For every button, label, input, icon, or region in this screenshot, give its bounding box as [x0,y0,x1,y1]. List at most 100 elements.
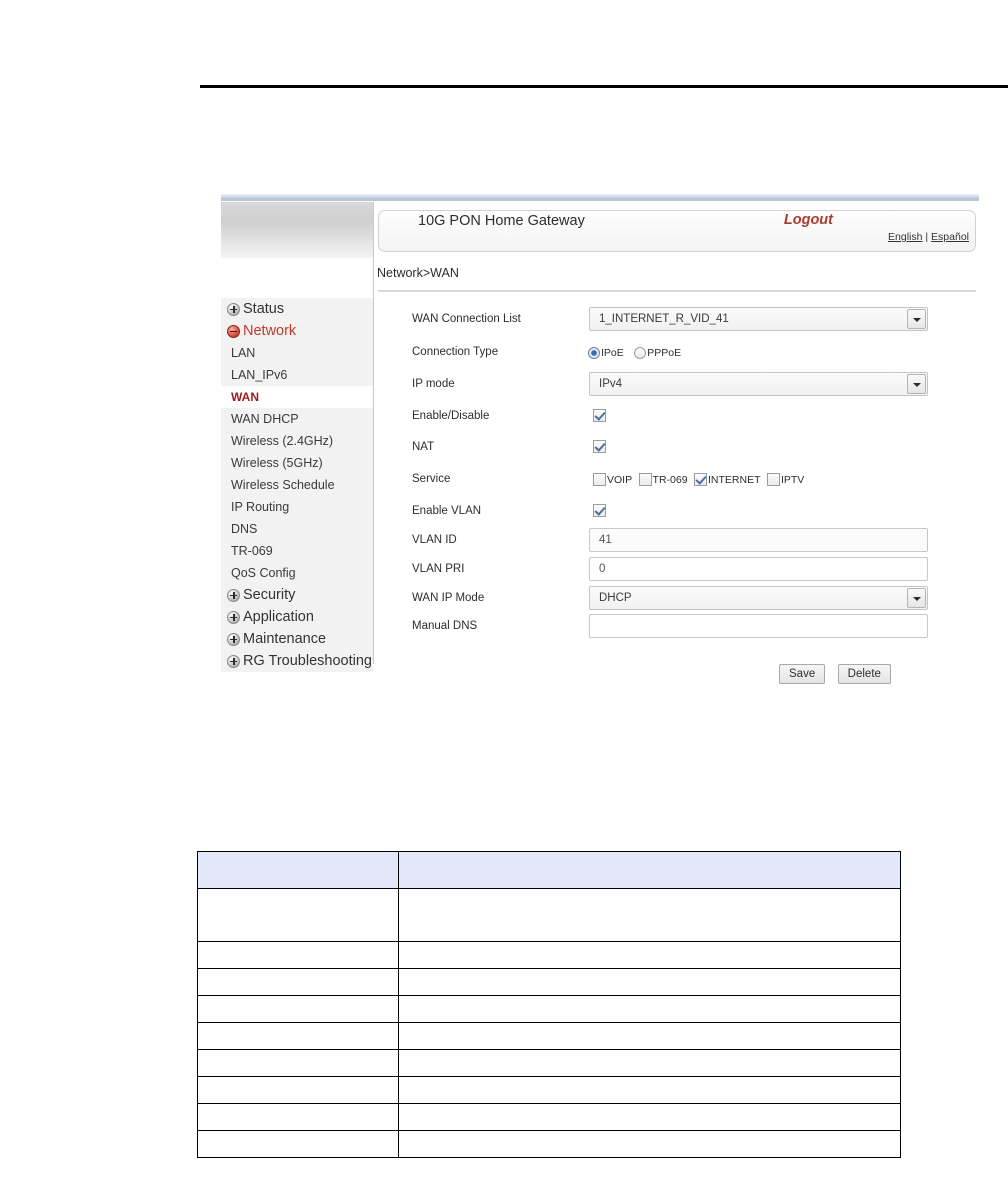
field-connection-type: Connection Type IPoE PPPoE [374,336,979,367]
checkbox-option-iptv[interactable]: IPTV [766,473,805,487]
radio-option-pppoe[interactable]: PPPoE [634,346,682,359]
manual-dns-value [589,614,928,638]
sidebar-group-rg-troubleshooting[interactable]: RG Troubleshooting [221,650,373,672]
label-connection-type: Connection Type [412,345,499,358]
radio-ipoe-label: IPoE [601,346,624,359]
label-nat: NAT [412,440,435,453]
table-cell [398,941,901,969]
ip-mode-select[interactable]: IPv4 [589,371,928,396]
table-cell [398,1130,901,1158]
checkbox-voip-icon [593,473,606,487]
vlan-pri-input[interactable]: 0 [589,556,928,581]
plus-circle-icon [227,302,240,316]
sidebar-item-tr069[interactable]: TR-069 [221,540,373,562]
sidebar-item-wireless-schedule[interactable]: Wireless Schedule [221,474,373,496]
logout-button[interactable]: Logout [784,212,833,228]
radio-pppoe-label: PPPoE [647,346,682,359]
document-table [197,851,901,1158]
checkbox-internet-label: INTERNET [708,473,761,486]
plus-circle-icon [227,610,240,624]
sidebar-item-lan[interactable]: LAN [221,342,373,364]
sidebar-item-qos-config[interactable]: QoS Config [221,562,373,584]
lang-separator: | [922,231,932,243]
plus-circle-icon [227,654,240,668]
vlan-id-input[interactable]: 41 [589,528,928,552]
checkbox-tr069-icon [638,473,652,487]
radio-pppoe-icon [634,346,647,359]
sidebar: Status Network LAN LAN_IPv6 WAN WAN DHCP… [221,202,374,672]
radio-option-ipoe[interactable]: IPoE [588,346,624,359]
sidebar-item-wireless-5ghz[interactable]: Wireless (5GHz) [221,452,373,474]
table-row [197,1103,901,1131]
field-enable-vlan: Enable VLAN [374,495,979,526]
document-table-body [197,851,901,1158]
sidebar-group-status-label: Status [243,301,285,317]
wan-ip-mode-value: DHCP [599,591,632,604]
table-cell [197,888,399,942]
sidebar-group-maintenance[interactable]: Maintenance [221,628,373,650]
table-row [197,1049,901,1077]
checkbox-iptv-label: IPTV [780,473,805,486]
checkbox-enable-vlan-icon [593,503,606,517]
table-row [197,1022,901,1050]
label-wan-connection-list: WAN Connection List [412,313,521,325]
sidebar-item-ip-routing[interactable]: IP Routing [221,496,373,518]
sidebar-group-status[interactable]: Status [221,298,373,320]
delete-button[interactable]: Delete [837,664,891,684]
checkbox-option-tr069[interactable]: TR-069 [638,473,688,487]
sidebar-group-rg-troubleshooting-label: RG Troubleshooting [243,653,372,669]
sidebar-group-application-label: Application [243,609,314,625]
field-wan-connection-list: WAN Connection List 1_INTERNET_R_VID_41 [374,302,979,336]
manual-dns-input[interactable] [589,614,928,638]
wan-connection-list-value: 1_INTERNET_R_VID_41 [599,313,729,325]
field-vlan-pri: VLAN PRI 0 [374,554,979,583]
chevron-down-icon [907,373,926,394]
label-manual-dns: Manual DNS [412,620,478,632]
table-header-row [197,851,901,889]
sidebar-nav: Status Network LAN LAN_IPv6 WAN WAN DHCP… [221,298,373,672]
connection-type-radio-group: IPoE PPPoE [588,343,687,361]
sidebar-group-security-label: Security [243,587,296,603]
nat-checkbox[interactable] [593,438,606,456]
table-cell [398,888,901,942]
table-cell [398,1049,901,1077]
sidebar-item-wan[interactable]: WAN [221,386,373,408]
table-row [197,888,901,942]
sidebar-item-lan-ipv6[interactable]: LAN_IPv6 [221,364,373,386]
wan-ip-mode-select[interactable]: DHCP [589,585,928,610]
sidebar-group-network[interactable]: Network [221,320,373,342]
sidebar-group-security[interactable]: Security [221,584,373,606]
sidebar-item-dns[interactable]: DNS [221,518,373,540]
lang-english-link[interactable]: English [888,231,922,243]
field-service: Service VOIP TR-069 INTERNET IPTV [374,462,979,495]
label-service: Service [412,472,451,485]
sidebar-group-maintenance-label: Maintenance [243,631,327,647]
sidebar-group-network-label: Network [243,323,297,339]
field-nat: NAT [374,431,979,462]
table-cell [197,1049,399,1077]
wan-connection-list-select[interactable]: 1_INTERNET_R_VID_41 [589,307,928,331]
plus-circle-icon [227,588,240,602]
router-admin-panel: Status Network LAN LAN_IPv6 WAN WAN DHCP… [221,194,979,699]
lang-spanish-link[interactable]: Español [931,231,969,243]
field-ip-mode: IP mode IPv4 [374,367,979,400]
plus-circle-icon [227,632,240,646]
sidebar-item-wireless-24ghz[interactable]: Wireless (2.4GHz) [221,430,373,452]
vlan-pri-value: 0 [589,556,928,581]
radio-ipoe-icon [588,346,600,359]
sidebar-group-application[interactable]: Application [221,606,373,628]
enable-disable-checkbox[interactable] [593,407,606,425]
field-enable-disable: Enable/Disable [374,400,979,431]
table-cell [197,1103,399,1131]
checkbox-enable-disable-icon [593,408,606,422]
document-top-rule [200,85,1008,88]
table-cell [398,1022,901,1050]
sidebar-item-wan-dhcp[interactable]: WAN DHCP [221,408,373,430]
checkbox-option-internet[interactable]: INTERNET [694,473,761,487]
enable-vlan-checkbox[interactable] [593,502,606,520]
checkbox-option-voip[interactable]: VOIP [593,473,632,487]
save-button[interactable]: Save [779,664,826,684]
label-ip-mode: IP mode [412,377,455,390]
panel-top-band-shadow [221,199,979,201]
table-cell [398,968,901,996]
